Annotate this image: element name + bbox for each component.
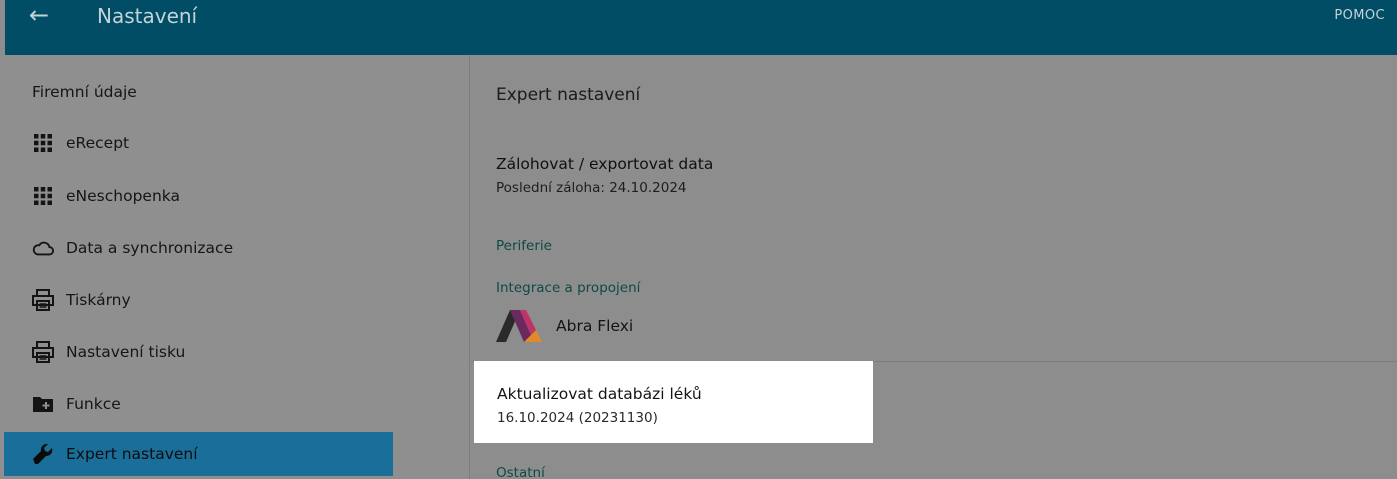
sidebar-item-label: Firemní údaje <box>32 83 137 101</box>
wrench-icon <box>32 443 54 465</box>
sidebar-item-label: Tiskárny <box>66 291 131 309</box>
settings-sidebar: Firemní údaje eRecept eNeschopenka Data … <box>0 55 470 479</box>
back-arrow-icon[interactable]: ← <box>29 0 59 32</box>
page-title: Nastavení <box>97 4 198 28</box>
sidebar-item-label: eNeschopenka <box>66 187 180 205</box>
drug-db-subtitle: 16.10.2024 (20231130) <box>497 410 658 426</box>
sidebar-item-functions[interactable]: Funkce <box>32 389 121 419</box>
sidebar-item-eneschopenka[interactable]: eNeschopenka <box>32 181 180 211</box>
sidebar-item-label: Funkce <box>66 395 121 413</box>
integration-abra-flexi[interactable]: Abra Flexi <box>496 310 633 342</box>
sidebar-item-data-sync[interactable]: Data a synchronizace <box>32 233 233 263</box>
sidebar-item-label: Data a synchronizace <box>66 239 234 257</box>
help-button[interactable]: POMOC <box>1334 0 1385 32</box>
drug-database-update-row[interactable]: Aktualizovat databázi léků 16.10.2024 (2… <box>474 361 873 443</box>
sidebar-item-printers[interactable]: Tiskárny <box>32 285 131 315</box>
section-periferie: Periferie <box>496 238 552 254</box>
backup-subtitle: Poslední záloha: 24.10.2024 <box>496 180 687 196</box>
backup-title: Zálohovat / exportovat data <box>496 155 714 173</box>
sidebar-item-label: Expert nastavení <box>66 445 198 463</box>
abra-flexi-logo-icon <box>496 310 542 342</box>
printer-icon <box>32 341 54 363</box>
cloud-icon <box>32 237 54 259</box>
grid-icon <box>32 132 54 154</box>
sidebar-item-label: Nastavení tisku <box>66 343 186 361</box>
app-header: ← Nastavení POMOC <box>5 0 1397 55</box>
sidebar-item-erecept[interactable]: eRecept <box>32 128 129 158</box>
drug-db-title: Aktualizovat databázi léků <box>497 385 702 403</box>
grid-icon <box>32 185 54 207</box>
section-ostatni: Ostatní <box>496 465 545 479</box>
integration-label: Abra Flexi <box>556 317 634 335</box>
section-heading: Expert nastavení <box>496 85 641 105</box>
sidebar-item-print-settings[interactable]: Nastavení tisku <box>32 337 185 367</box>
sidebar-item-company-info[interactable]: Firemní údaje <box>32 77 137 107</box>
printer-icon <box>32 289 54 311</box>
sidebar-item-label: eRecept <box>66 134 130 152</box>
folder-plus-icon <box>32 393 54 415</box>
section-integrace: Integrace a propojení <box>496 280 641 296</box>
sidebar-item-expert-settings[interactable]: Expert nastavení <box>4 432 393 476</box>
